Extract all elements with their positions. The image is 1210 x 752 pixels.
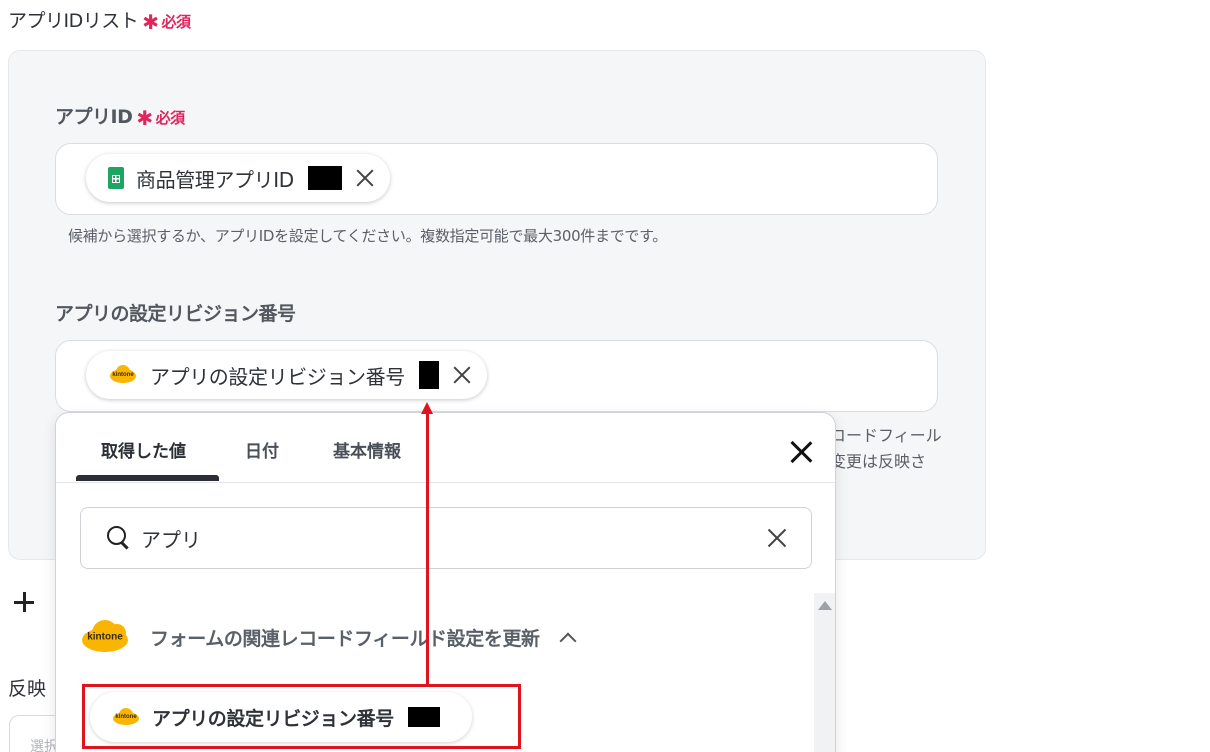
add-item-icon[interactable] <box>12 590 36 614</box>
chevron-up-icon <box>559 632 577 650</box>
app-id-help-text: 候補から選択するか、アプリIDを設定してください。複数指定可能で最大300件まで… <box>68 227 668 245</box>
annotation-arrow-line <box>426 410 429 684</box>
tab-date[interactable]: 日付 <box>245 437 279 462</box>
scrollbar[interactable] <box>814 593 835 752</box>
revision-label: アプリの設定リビジョン番号 <box>55 303 296 325</box>
close-icon[interactable] <box>789 440 813 464</box>
required-badge: ✱ 必須 <box>136 106 185 130</box>
kintone-logo-icon: kintone <box>108 365 138 385</box>
app-id-label: アプリID ✱ 必須 <box>55 106 185 130</box>
chip-label: アプリの設定リビジョン番号 <box>150 364 405 389</box>
search-input[interactable] <box>141 522 741 554</box>
search-field[interactable] <box>80 507 812 569</box>
scroll-up-icon[interactable] <box>818 601 832 610</box>
kintone-logo-icon: kintone <box>80 620 130 654</box>
tab-retrieved-values[interactable]: 取得した値 <box>101 437 186 462</box>
remove-chip-icon[interactable] <box>354 167 376 189</box>
google-sheets-icon <box>108 167 124 189</box>
required-badge: ✱ 必須 <box>142 10 191 34</box>
app-id-list-label: アプリIDリスト ✱ 必須 <box>8 10 191 34</box>
chip-label: 商品管理アプリID <box>136 167 294 192</box>
search-icon <box>107 526 129 548</box>
annotation-arrow-head-icon <box>421 402 433 414</box>
revision-help-text-partial: コードフィール <box>830 426 942 445</box>
redacted-value <box>307 166 342 190</box>
remove-chip-icon[interactable] <box>451 364 473 386</box>
revision-help-text-partial: 変更は反映さ <box>830 452 927 471</box>
reflect-label: 反映 <box>8 678 47 700</box>
revision-chip[interactable]: kintone アプリの設定リビジョン番号 <box>86 351 487 399</box>
picker-tabs: 取得した値 日付 基本情報 <box>56 413 835 483</box>
group-header-related-record[interactable]: kintone フォームの関連レコードフィールド設定を更新 <box>80 615 577 659</box>
redacted-value <box>418 361 439 389</box>
highlight-annotation <box>82 684 521 749</box>
tab-basic-info[interactable]: 基本情報 <box>333 437 401 462</box>
active-tab-indicator <box>76 475 219 481</box>
clear-search-icon[interactable] <box>767 528 787 548</box>
app-id-chip[interactable]: 商品管理アプリID <box>86 154 390 202</box>
